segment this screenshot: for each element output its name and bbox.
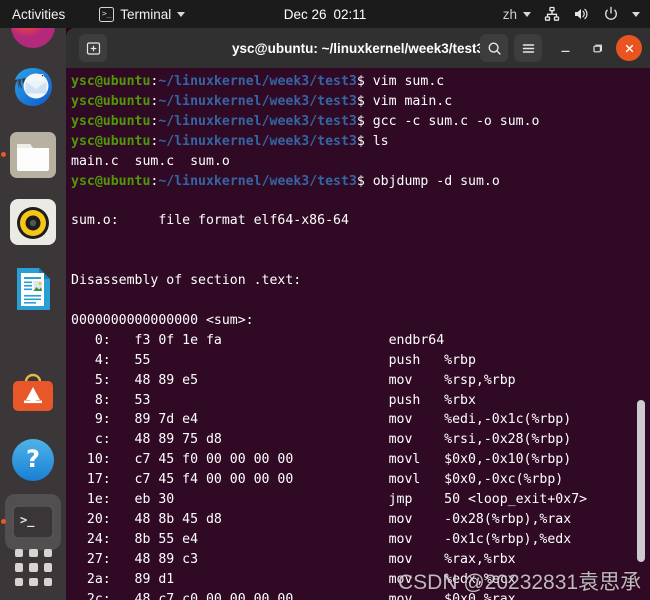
app-grid-dot <box>29 563 38 572</box>
dock-running-indicator-files <box>1 152 6 157</box>
app-grid-dot <box>29 549 38 558</box>
terminal-scrollbar[interactable] <box>635 68 647 600</box>
terminal-titlebar: ysc@ubuntu: ~/linuxkernel/week3/test3 <box>66 28 650 68</box>
help-icon: ? <box>12 439 54 481</box>
minimize-icon <box>560 50 570 52</box>
close-button[interactable] <box>616 35 642 61</box>
maximize-icon <box>592 44 602 52</box>
hamburger-menu-icon <box>522 43 534 53</box>
app-grid-dot <box>43 577 52 586</box>
terminal-icon: >_ <box>12 505 54 539</box>
dock-item-terminal[interactable]: >_ <box>9 498 57 546</box>
desktop-top-bar: Activities >_ Terminal Dec 26 02:11 zh <box>0 0 650 28</box>
app-grid-dot <box>15 577 24 586</box>
app-grid-dot <box>29 577 38 586</box>
show-applications-button[interactable] <box>15 549 52 586</box>
svg-text:?: ? <box>26 445 40 473</box>
terminal-icon: >_ <box>99 6 115 22</box>
rhythmbox-icon <box>10 199 56 245</box>
thunderbird-icon <box>15 68 52 106</box>
network-icon[interactable] <box>544 6 560 22</box>
language-label: zh <box>502 6 517 22</box>
app-grid-dot <box>15 549 24 558</box>
volume-icon[interactable] <box>573 6 590 22</box>
power-icon[interactable] <box>603 6 619 22</box>
maximize-button[interactable] <box>584 35 610 61</box>
dock-item-files[interactable] <box>9 131 57 179</box>
dock-item-rhythmbox[interactable] <box>9 198 57 246</box>
app-grid-dot <box>15 563 24 572</box>
watermark: CSDN @20232831袁思承 <box>398 571 642 594</box>
activities-button[interactable]: Activities <box>0 7 75 22</box>
scrollbar-thumb[interactable] <box>637 400 645 562</box>
libreoffice-writer-icon <box>17 268 50 310</box>
terminal-body[interactable]: ysc@ubuntu:~/linuxkernel/week3/test3$ vi… <box>66 68 650 600</box>
dock-item-help[interactable]: ? <box>9 436 57 484</box>
menu-button[interactable] <box>514 34 542 62</box>
minimize-button[interactable] <box>552 35 578 61</box>
chevron-down-icon[interactable] <box>632 11 640 17</box>
dock-item-libreoffice-writer[interactable] <box>9 265 57 313</box>
dock-item-thunderbird[interactable] <box>9 64 57 112</box>
titlebar-controls <box>480 34 642 62</box>
app-grid-dot <box>43 563 52 572</box>
search-icon <box>487 41 501 55</box>
terminal-output: ysc@ubuntu:~/linuxkernel/week3/test3$ vi… <box>71 74 588 600</box>
clock-time: 02:11 <box>333 6 367 22</box>
chevron-down-icon <box>523 11 531 17</box>
clock-button[interactable]: Dec 26 02:11 <box>284 7 367 22</box>
files-icon <box>10 132 56 178</box>
app-menu-terminal[interactable]: >_ Terminal <box>99 6 186 22</box>
terminal-window: ysc@ubuntu: ~/linuxkernel/week3/test3 ys… <box>66 28 650 600</box>
ubuntu-software-icon <box>13 373 53 411</box>
system-status-area[interactable]: zh <box>503 6 640 22</box>
close-icon <box>625 44 633 52</box>
dock-item-ubuntu-software[interactable] <box>9 369 57 417</box>
dock-running-indicator-terminal <box>1 519 6 524</box>
ubuntu-dock: ? >_ <box>0 4 66 600</box>
input-language-indicator[interactable]: zh <box>503 7 531 22</box>
svg-text:>_: >_ <box>20 513 35 528</box>
clock-date: Dec 26 <box>283 6 327 22</box>
app-menu-label: Terminal <box>120 6 172 22</box>
chevron-down-icon <box>177 11 186 17</box>
new-tab-button[interactable] <box>79 34 107 62</box>
app-grid-dot <box>43 549 52 558</box>
search-button[interactable] <box>480 34 508 62</box>
